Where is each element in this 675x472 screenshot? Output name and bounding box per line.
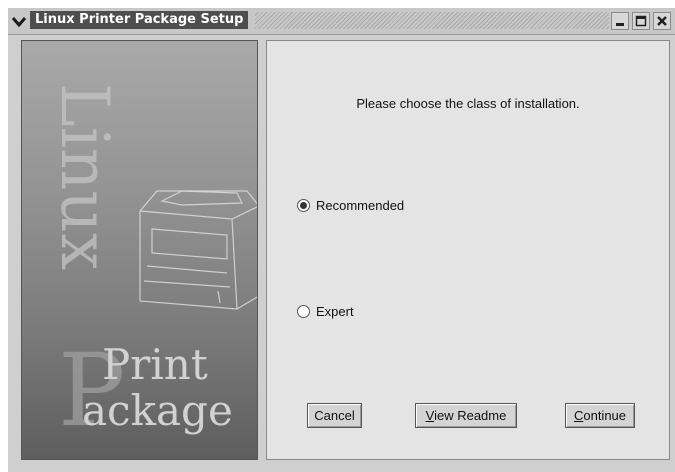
maximize-button[interactable] (632, 12, 650, 30)
radio-expert[interactable] (297, 305, 310, 318)
continue-button[interactable]: Continue (565, 403, 635, 428)
title-bar[interactable]: Linux Printer Package Setup (8, 8, 675, 35)
cancel-button[interactable]: Cancel (307, 403, 362, 428)
cancel-button-label: Cancel (314, 408, 355, 423)
continue-mnemonic: C (573, 408, 584, 423)
branding-panel: Linux P Print ackage (21, 40, 258, 460)
minimize-icon (616, 23, 624, 26)
close-button[interactable] (653, 12, 671, 30)
option-expert-label: Expert (316, 304, 354, 319)
brand-package-text: ackage (82, 386, 233, 435)
branding-artwork: Linux P Print ackage (46, 83, 257, 449)
brand-print-text: Print (102, 340, 208, 389)
options-panel: Please choose the class of installation.… (266, 40, 670, 460)
option-expert[interactable]: Expert (297, 304, 354, 319)
window-title: Linux Printer Package Setup (30, 11, 249, 29)
window-menu-chevron-icon[interactable] (11, 14, 27, 28)
maximize-icon (635, 15, 647, 27)
title-bar-stripes (255, 12, 609, 29)
option-recommended[interactable]: Recommended (297, 198, 404, 213)
view-readme-mnemonic: V (425, 408, 435, 423)
continue-label: ontinue (583, 408, 627, 423)
view-readme-button[interactable]: View Readme (415, 403, 517, 428)
view-readme-label: iew Readme (434, 408, 507, 423)
setup-window: Linux Printer Package Setup Linux P Prin… (8, 8, 675, 472)
option-recommended-label: Recommended (316, 198, 405, 213)
minimize-button[interactable] (611, 12, 629, 30)
brand-linux-text: Linux (46, 83, 123, 270)
close-icon (657, 16, 667, 26)
installation-prompt: Please choose the class of installation. (356, 96, 580, 111)
printer-illustration-icon (139, 190, 257, 310)
radio-recommended[interactable] (297, 199, 310, 212)
